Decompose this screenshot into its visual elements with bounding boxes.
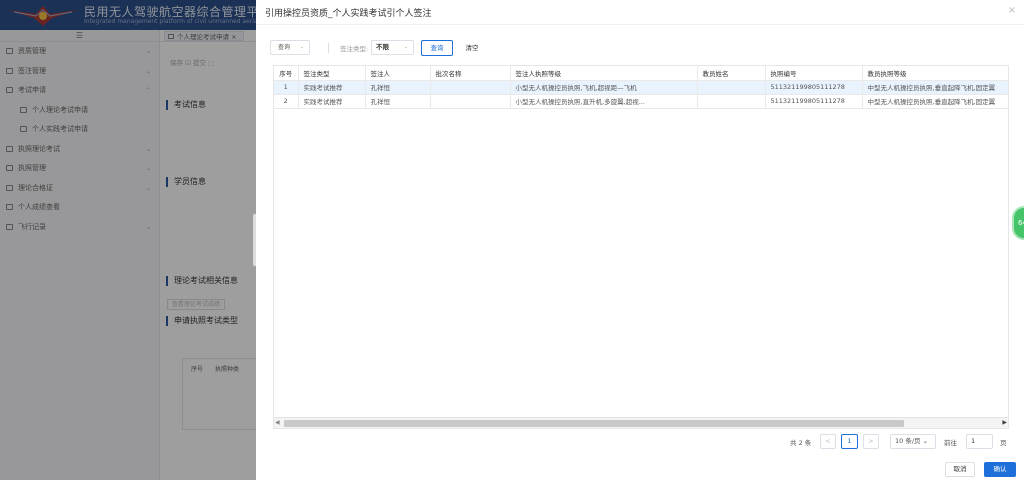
column-header: 批次名称	[430, 66, 511, 81]
close-icon[interactable]: ×	[1008, 5, 1016, 16]
page-size-select[interactable]: 10 条/页 ⌄	[890, 434, 936, 449]
chevron-down-icon: ⌄	[299, 44, 304, 50]
query-mode-dropdown[interactable]: 查询 ⌄	[270, 40, 310, 55]
next-page-button[interactable]: >	[863, 434, 879, 449]
drawer-title: 引用操控员资质_个人实践考试引个人签注	[265, 9, 432, 19]
column-header: 序号	[274, 66, 299, 81]
modal-mask[interactable]	[0, 0, 256, 480]
column-header: 签注人	[365, 66, 431, 81]
table-cell: 实践考试推荐	[298, 80, 366, 95]
table-row[interactable]: 2 实践考试推荐 孔祥恒 小型无人机操控员执照,直升机,多旋翼,超视... 51…	[274, 94, 1008, 109]
column-header: 签注人执照等级	[510, 66, 698, 81]
table-cell: 小型无人机操控员执照,直升机,多旋翼,超视...	[510, 94, 698, 109]
table-cell: 中型无人机操控员执照,垂直起降飞机,固定翼	[862, 94, 1008, 109]
goto-page-input[interactable]: 1	[966, 434, 993, 449]
table-cell: 中型无人机操控员执照,垂直起降飞机,固定翼	[862, 80, 1008, 95]
prev-page-button[interactable]: <	[820, 434, 836, 449]
reference-drawer: 引用操控员资质_个人实践考试引个人签注 × 查询 ⌄ 签注类型: 不限 ⌄ 查询 清…	[256, 0, 1024, 480]
title-divider	[256, 24, 1024, 25]
scrollbar-thumb[interactable]	[284, 420, 904, 427]
cancel-button[interactable]: 取消	[945, 462, 975, 477]
page-1-button[interactable]: 1	[841, 434, 858, 449]
floating-assistant-badge[interactable]: 64	[1012, 206, 1024, 240]
pagination-total: 共 2 条	[790, 439, 812, 447]
table-cell: 小型无人机操控员执照,飞机,超视距—飞机	[510, 80, 698, 95]
horizontal-scrollbar[interactable]: ◀ ▶	[274, 417, 1008, 428]
table-cell	[697, 94, 766, 109]
table-cell: 孔祥恒	[365, 94, 431, 109]
query-button[interactable]: 查询	[421, 40, 453, 56]
table-header-row: 序号 签注类型 签注人 批次名称 签注人执照等级 教员姓名 执照编号 教员执照等…	[274, 66, 1008, 81]
table-cell: 511321199805111278	[765, 80, 863, 95]
clear-button[interactable]: 清空	[460, 40, 484, 56]
filter-divider	[328, 43, 329, 53]
table-cell	[430, 80, 511, 95]
confirm-button[interactable]: 确认	[984, 462, 1016, 477]
scroll-right-icon[interactable]: ▶	[1002, 419, 1007, 426]
column-header: 签注类型	[298, 66, 366, 81]
chevron-down-icon: ⌄	[403, 44, 408, 50]
table-cell: 实践考试推荐	[298, 94, 366, 109]
page-unit-label: 页	[1000, 439, 1007, 447]
table-cell: 511321199805111278	[765, 94, 863, 109]
scroll-left-icon[interactable]: ◀	[275, 419, 280, 426]
table-cell: 1	[274, 80, 299, 95]
endorsement-type-label: 签注类型:	[340, 45, 369, 53]
endorsement-table: 序号 签注类型 签注人 批次名称 签注人执照等级 教员姓名 执照编号 教员执照等…	[273, 65, 1009, 429]
table-cell: 2	[274, 94, 299, 109]
goto-label: 前往	[944, 439, 957, 447]
table-row[interactable]: 1 实践考试推荐 孔祥恒 小型无人机操控员执照,飞机,超视距—飞机 511321…	[274, 80, 1008, 95]
column-header: 教员执照等级	[862, 66, 1008, 81]
table-cell: 孔祥恒	[365, 80, 431, 95]
endorsement-type-select[interactable]: 不限 ⌄	[371, 40, 414, 55]
table-cell	[697, 80, 766, 95]
column-header: 执照编号	[765, 66, 863, 81]
table-cell	[430, 94, 511, 109]
column-header: 教员姓名	[697, 66, 766, 81]
